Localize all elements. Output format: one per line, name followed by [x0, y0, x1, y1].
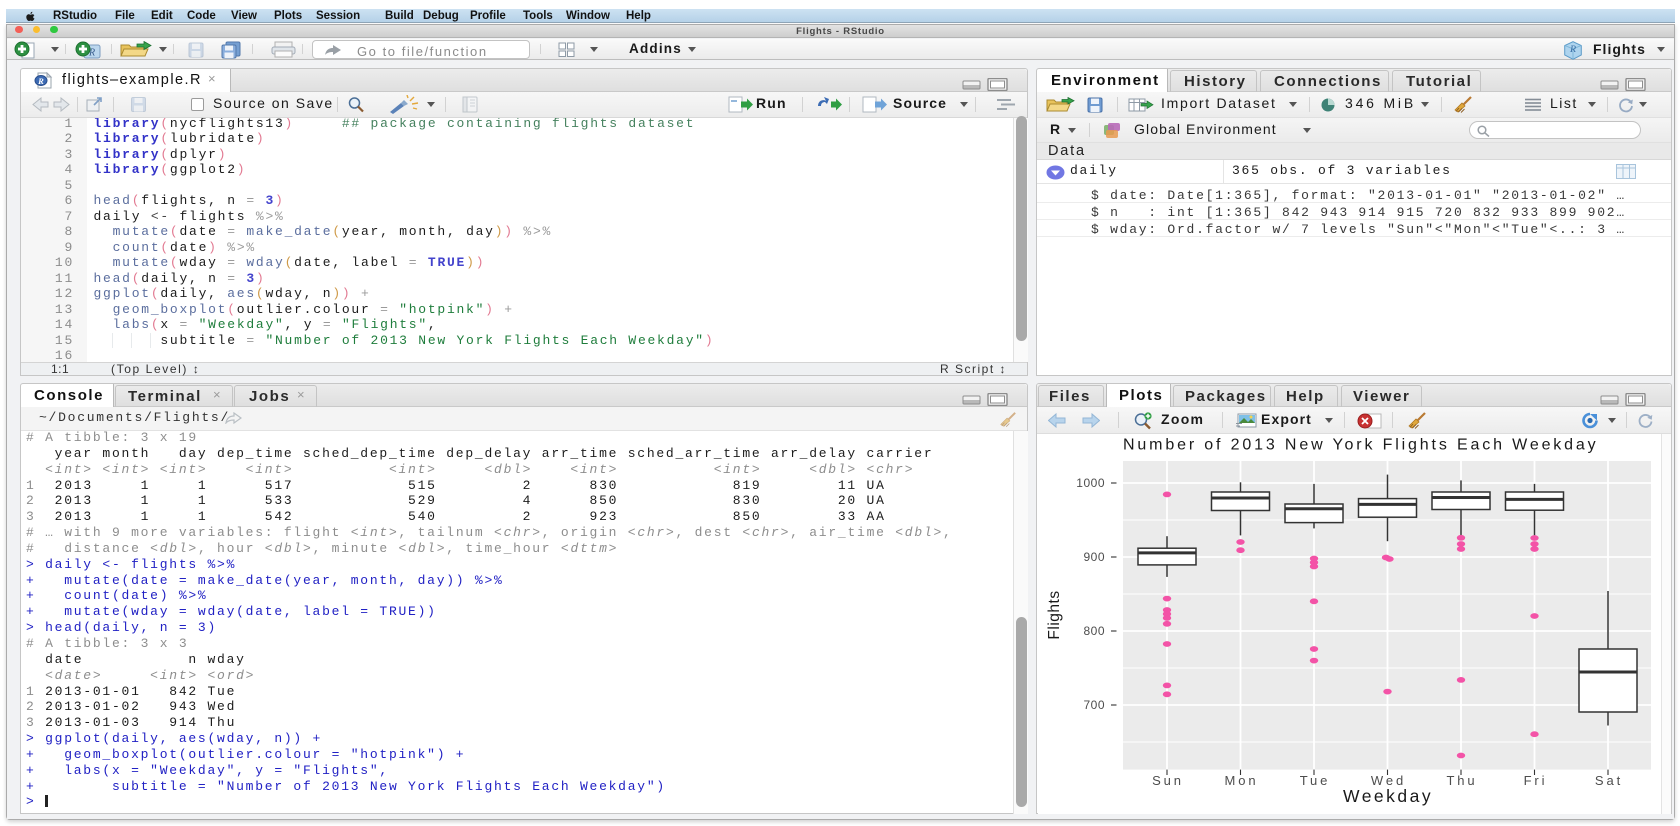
svg-text:Sat: Sat [1595, 773, 1623, 788]
svg-text:Thu: Thu [1446, 773, 1477, 788]
svg-text:Sun: Sun [1152, 773, 1184, 788]
svg-text:Fri: Fri [1524, 773, 1548, 788]
svg-text:Flights: Flights [1046, 590, 1063, 639]
svg-text:Number of 2013 New York Flight: Number of 2013 New York Flights Each Wee… [1123, 437, 1599, 454]
svg-text:800: 800 [1083, 624, 1105, 638]
svg-text:1000: 1000 [1076, 476, 1105, 490]
svg-text:700: 700 [1083, 698, 1105, 712]
svg-text:Tue: Tue [1300, 773, 1331, 788]
svg-text:R: R [1569, 44, 1576, 55]
svg-text:900: 900 [1083, 550, 1105, 564]
svg-text:R: R [37, 76, 44, 86]
svg-text:Mon: Mon [1225, 773, 1259, 788]
svg-text:Weekday: Weekday [1343, 786, 1433, 806]
